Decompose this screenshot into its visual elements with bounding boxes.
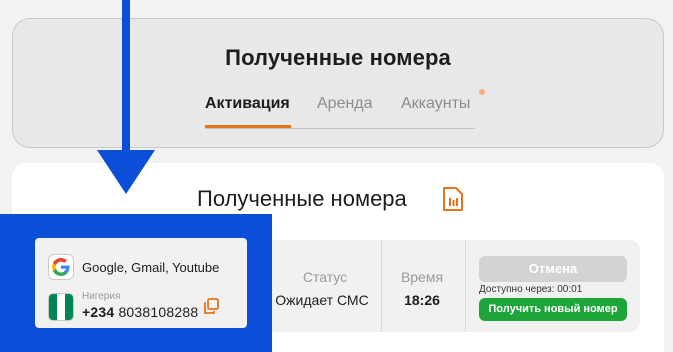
- tab-activation[interactable]: Активация: [205, 95, 290, 113]
- phone-country-code: +234: [82, 304, 115, 320]
- status-value: Ожидает СМС: [275, 292, 369, 308]
- status-label: Статус: [302, 269, 348, 285]
- copy-icon[interactable]: [203, 298, 219, 314]
- notification-dot: [479, 89, 485, 95]
- sim-card-icon: [443, 187, 463, 211]
- cancel-button[interactable]: Отмена: [479, 256, 627, 282]
- tab-rent[interactable]: Аренда: [317, 95, 373, 113]
- get-new-number-button[interactable]: Получить новый номер: [479, 298, 627, 321]
- service-name: Google, Gmail, Youtube: [82, 260, 220, 275]
- country-name: Нигерия: [82, 291, 121, 302]
- google-icon: [48, 254, 74, 280]
- section-title: Полученные номера: [197, 186, 407, 211]
- nigeria-flag-icon: [48, 293, 74, 321]
- header-card: Полученные номера Активация Аренда Аккау…: [12, 18, 664, 148]
- phone-digits: 8038108288: [118, 304, 199, 320]
- time-value: 18:26: [404, 292, 440, 308]
- phone-number[interactable]: +234 8038108288: [82, 304, 198, 320]
- active-tab-indicator: [205, 125, 291, 128]
- annotation-arrow-icon: [97, 150, 155, 194]
- annotation-arrow-shaft: [122, 0, 130, 160]
- page-title: Полученные номера: [225, 45, 451, 70]
- column-divider: [381, 240, 382, 332]
- available-countdown: Доступно через: 00:01: [479, 284, 583, 295]
- time-label: Время: [400, 269, 444, 285]
- column-divider: [465, 240, 466, 332]
- tab-bar: Активация Аренда Аккаунты: [205, 95, 475, 129]
- tab-accounts[interactable]: Аккаунты: [401, 95, 470, 113]
